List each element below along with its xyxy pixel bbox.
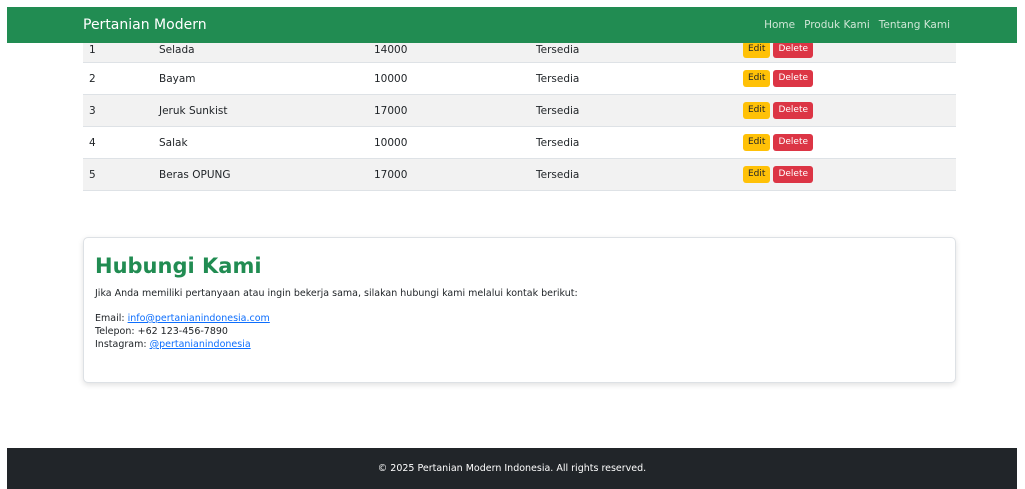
contact-intro: Jika Anda memiliki pertanyaan atau ingin… xyxy=(95,288,578,299)
product-status: Tersedia xyxy=(536,72,580,85)
table-row: 5 Beras OPUNG 17000 Tersedia Edit Delete xyxy=(83,159,956,191)
product-status: Tersedia xyxy=(536,136,580,149)
row-actions: Edit Delete xyxy=(743,134,814,151)
table-row: 3 Jeruk Sunkist 17000 Tersedia Edit Dele… xyxy=(83,95,956,127)
delete-button[interactable]: Delete xyxy=(773,134,814,151)
nav-links: Home Produk Kami Tentang Kami xyxy=(764,19,950,31)
edit-button[interactable]: Edit xyxy=(743,166,771,183)
row-number: 5 xyxy=(89,168,96,181)
contact-card: Hubungi Kami Jika Anda memiliki pertanya… xyxy=(83,237,956,383)
footer: © 2025 Pertanian Modern Indonesia. All r… xyxy=(7,448,1017,489)
edit-button[interactable]: Edit xyxy=(743,70,771,87)
product-name: Beras OPUNG xyxy=(159,168,231,181)
row-number: 4 xyxy=(89,136,96,149)
row-actions: Edit Delete xyxy=(743,102,814,119)
product-price: 14000 xyxy=(374,43,408,56)
row-number: 2 xyxy=(89,72,96,85)
row-actions: Edit Delete xyxy=(743,166,814,183)
nav-link-tentang-kami[interactable]: Tentang Kami xyxy=(879,19,950,31)
email-link[interactable]: info@pertanianindonesia.com xyxy=(128,313,270,324)
product-name: Selada xyxy=(159,43,195,56)
row-actions: Edit Delete xyxy=(743,70,814,87)
nav-link-produk-kami[interactable]: Produk Kami xyxy=(804,19,870,31)
phone-value: +62 123-456-7890 xyxy=(137,326,228,337)
contact-title: Hubungi Kami xyxy=(95,254,262,278)
product-status: Tersedia xyxy=(536,43,580,56)
brand-title[interactable]: Pertanian Modern xyxy=(83,17,207,33)
table-row: 2 Bayam 10000 Tersedia Edit Delete xyxy=(83,63,956,95)
table-row: 4 Salak 10000 Tersedia Edit Delete xyxy=(83,127,956,159)
delete-button[interactable]: Delete xyxy=(773,166,814,183)
product-price: 10000 xyxy=(374,136,408,149)
row-actions: Edit Delete xyxy=(743,41,814,58)
product-name: Bayam xyxy=(159,72,196,85)
email-label: Email: xyxy=(95,313,128,324)
edit-button[interactable]: Edit xyxy=(743,41,771,58)
footer-copyright: © 2025 Pertanian Modern Indonesia. All r… xyxy=(377,463,647,474)
edit-button[interactable]: Edit xyxy=(743,134,771,151)
contact-instagram-line: Instagram: @pertanianindonesia xyxy=(95,338,944,351)
product-name: Jeruk Sunkist xyxy=(159,104,228,117)
product-status: Tersedia xyxy=(536,168,580,181)
product-status: Tersedia xyxy=(536,104,580,117)
product-table: 1 Selada 14000 Tersedia Edit Delete 2 Ba… xyxy=(83,37,956,191)
phone-label: Telepon: xyxy=(95,326,138,337)
instagram-label: Instagram: xyxy=(95,339,150,350)
product-price: 10000 xyxy=(374,72,408,85)
row-number: 1 xyxy=(89,43,96,56)
row-number: 3 xyxy=(89,104,96,117)
product-name: Salak xyxy=(159,136,188,149)
instagram-link[interactable]: @pertanianindonesia xyxy=(150,339,251,350)
delete-button[interactable]: Delete xyxy=(773,102,814,119)
product-price: 17000 xyxy=(374,104,408,117)
contact-phone-line: Telepon: +62 123-456-7890 xyxy=(95,325,944,338)
delete-button[interactable]: Delete xyxy=(773,41,814,58)
nav-link-home[interactable]: Home xyxy=(764,19,795,31)
navbar: Pertanian Modern Home Produk Kami Tentan… xyxy=(7,7,1017,43)
product-price: 17000 xyxy=(374,168,408,181)
edit-button[interactable]: Edit xyxy=(743,102,771,119)
contact-email-line: Email: info@pertanianindonesia.com xyxy=(95,312,944,325)
delete-button[interactable]: Delete xyxy=(773,70,814,87)
